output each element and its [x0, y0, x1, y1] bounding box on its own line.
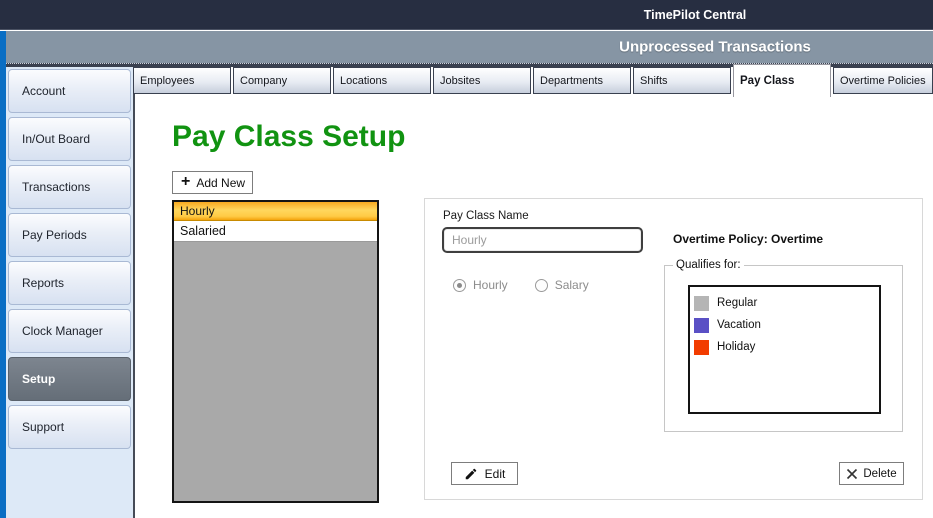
add-new-label: Add New	[196, 176, 245, 190]
sidebar-item-label: Setup	[22, 372, 55, 386]
tab-label: Shifts	[640, 75, 668, 87]
list-item-hourly-selected[interactable]: Hourly	[174, 202, 377, 221]
qualifies-item-label: Regular	[717, 297, 757, 309]
tab-label: Jobsites	[440, 75, 480, 87]
subheader-bar: Unprocessed Transactions	[0, 31, 933, 63]
tab-shifts[interactable]: Shifts	[633, 67, 731, 94]
tab-company[interactable]: Company	[233, 67, 331, 94]
plus-icon: +	[181, 174, 190, 190]
tab-employees[interactable]: Employees	[133, 67, 231, 94]
holiday-color-swatch	[694, 340, 709, 355]
sidebar-item-reports[interactable]: Reports	[8, 261, 131, 305]
pay-class-name-input[interactable]: Hourly	[442, 227, 643, 253]
window-title: TimePilot Central	[644, 8, 747, 22]
vacation-color-swatch	[694, 318, 709, 333]
qualifies-list[interactable]: Regular Vacation Holiday	[688, 285, 881, 414]
sidebar-item-account[interactable]: Account	[8, 69, 131, 113]
pay-class-details-panel: Pay Class Name Hourly Hourly Salary Over…	[424, 198, 923, 500]
qualifies-item-regular[interactable]: Regular	[690, 292, 879, 314]
sidebar-item-transactions[interactable]: Transactions	[8, 165, 131, 209]
sidebar-item-clock-manager[interactable]: Clock Manager	[8, 309, 131, 353]
list-item-label: Hourly	[180, 204, 215, 218]
tab-label: Employees	[140, 75, 194, 87]
sidebar-item-label: Reports	[22, 276, 64, 290]
sidebar-item-pay-periods[interactable]: Pay Periods	[8, 213, 131, 257]
qualifies-item-label: Vacation	[717, 319, 761, 331]
sidebar-item-setup[interactable]: Setup	[8, 357, 131, 401]
hourly-radio-label: Hourly	[473, 278, 508, 292]
edit-button[interactable]: Edit	[451, 462, 518, 485]
add-new-button[interactable]: + Add New	[172, 171, 253, 194]
tab-jobsites[interactable]: Jobsites	[433, 67, 531, 94]
title-bar: TimePilot Central	[0, 0, 933, 30]
page-title: Pay Class Setup	[172, 120, 405, 154]
tab-departments[interactable]: Departments	[533, 67, 631, 94]
list-item-salaried[interactable]: Salaried	[174, 221, 377, 242]
tab-label: Locations	[340, 75, 387, 87]
tab-label: Pay Class	[740, 75, 794, 87]
sidebar-item-label: Clock Manager	[22, 324, 103, 338]
salary-radio[interactable]	[535, 279, 548, 292]
tab-locations[interactable]: Locations	[333, 67, 431, 94]
sidebar: Account In/Out Board Transactions Pay Pe…	[6, 67, 135, 518]
salary-radio-label: Salary	[555, 278, 589, 292]
overtime-policy-text: Overtime Policy: Overtime	[673, 232, 823, 246]
qualifies-item-holiday[interactable]: Holiday	[690, 336, 879, 358]
hourly-radio[interactable]	[453, 279, 466, 292]
edit-button-label: Edit	[485, 467, 506, 481]
tab-pay-class[interactable]: Pay Class	[733, 64, 831, 97]
pay-class-list[interactable]: Hourly Salaried	[172, 200, 379, 503]
qualifies-item-label: Holiday	[717, 341, 755, 353]
delete-button-label: Delete	[863, 468, 896, 480]
qualifies-for-label: Qualifies for:	[673, 259, 744, 271]
pay-class-name-label: Pay Class Name	[443, 210, 529, 222]
list-item-label: Salaried	[180, 224, 226, 238]
qualifies-item-vacation[interactable]: Vacation	[690, 314, 879, 336]
pay-type-radio-group: Hourly Salary	[453, 278, 589, 292]
sidebar-item-label: Transactions	[22, 180, 90, 194]
pay-class-name-value: Hourly	[452, 233, 487, 247]
pencil-icon	[464, 467, 478, 481]
sidebar-item-support[interactable]: Support	[8, 405, 131, 449]
x-icon	[846, 468, 858, 480]
sidebar-item-label: In/Out Board	[22, 132, 90, 146]
tab-label: Company	[240, 75, 287, 87]
sidebar-item-inout-board[interactable]: In/Out Board	[8, 117, 131, 161]
tab-label: Overtime Policies	[840, 75, 926, 87]
tab-label: Departments	[540, 75, 603, 87]
sidebar-item-label: Support	[22, 420, 64, 434]
regular-color-swatch	[694, 296, 709, 311]
sidebar-item-label: Pay Periods	[22, 228, 87, 242]
sidebar-item-label: Account	[22, 84, 65, 98]
subheader-title: Unprocessed Transactions	[619, 39, 811, 56]
tab-overtime-policies[interactable]: Overtime Policies	[833, 67, 933, 94]
delete-button[interactable]: Delete	[839, 462, 904, 485]
